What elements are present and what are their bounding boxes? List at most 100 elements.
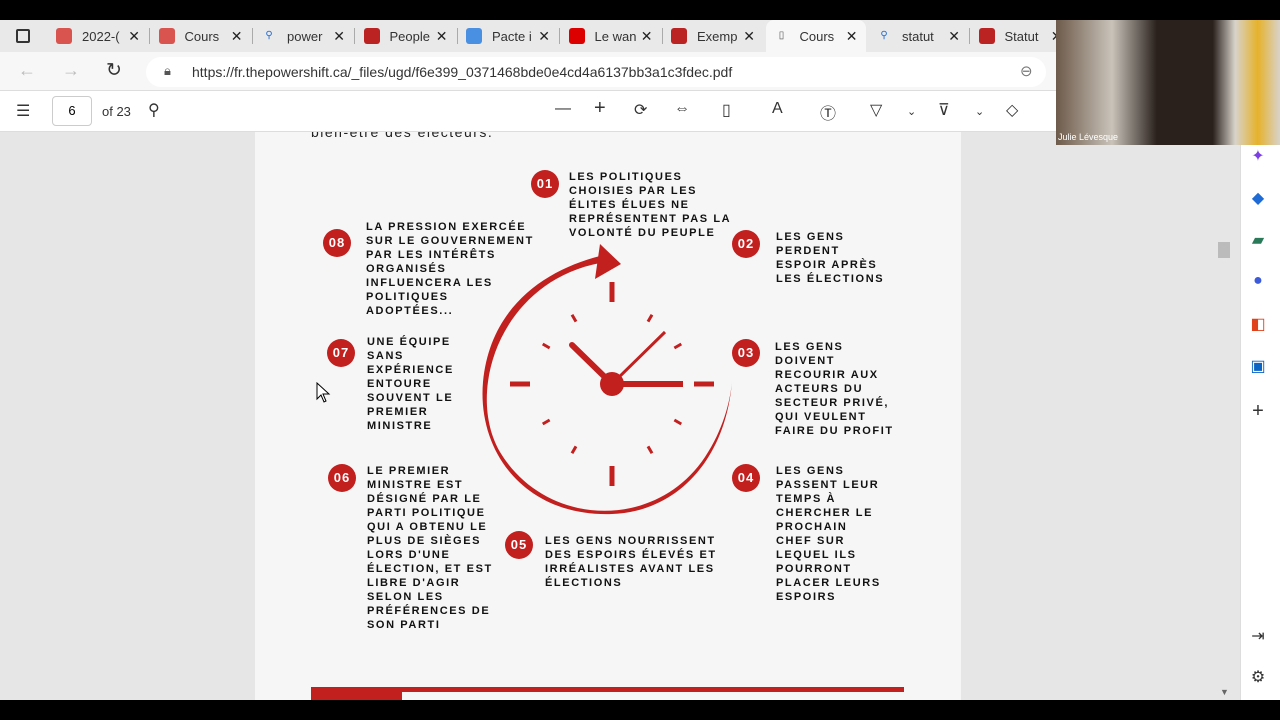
tab-actions-button[interactable] bbox=[4, 20, 44, 52]
item-text: LES GENS NOURRISSENT DES ESPOIRS ÉLEVÉS … bbox=[545, 535, 717, 589]
highlight-button[interactable]: ⊽ bbox=[938, 100, 950, 120]
site-icon bbox=[671, 28, 687, 44]
close-tab-icon[interactable]: ✕ bbox=[436, 28, 448, 45]
tab[interactable]: Cours ✕ bbox=[151, 20, 251, 52]
tab-label: Statut bbox=[1004, 28, 1039, 44]
contents-icon[interactable]: ☰ bbox=[16, 101, 30, 121]
refresh-button[interactable]: ↻ bbox=[106, 59, 122, 82]
tab-label: Le wan bbox=[594, 28, 637, 44]
clock-tick bbox=[673, 342, 683, 350]
tab[interactable]: Exemp ✕ bbox=[663, 20, 763, 52]
pdf-icon bbox=[56, 28, 72, 44]
search-icon: ⚲ bbox=[880, 30, 888, 41]
tab-label: 2022-( bbox=[82, 28, 120, 44]
zoom-out-button[interactable]: — bbox=[555, 100, 571, 118]
office-icon[interactable]: ◧ bbox=[1249, 314, 1267, 334]
tab-label: Pacte i bbox=[492, 28, 532, 44]
pdf-page: bien-être des électeurs. 01 LES POLITIQUE… bbox=[255, 132, 961, 700]
item-text: UNE ÉQUIPE SANS EXPÉRIENCE ENTOURE SOUVE… bbox=[367, 336, 454, 432]
close-tab-icon[interactable]: ✕ bbox=[948, 28, 960, 45]
item-text: LES GENS PASSENT LEUR TEMPS À CHERCHER L… bbox=[776, 465, 881, 603]
tab[interactable]: Le wan ✕ bbox=[561, 20, 661, 52]
pdf-icon bbox=[158, 28, 175, 44]
close-tab-icon[interactable]: ✕ bbox=[846, 28, 858, 45]
item-number-badge: 04 bbox=[732, 464, 760, 492]
clock-arrow-head bbox=[595, 244, 621, 279]
clock-center bbox=[600, 372, 624, 396]
hide-sidebar-icon[interactable]: ⇥ bbox=[1249, 626, 1267, 646]
fit-width-button[interactable]: ⇔ bbox=[674, 100, 690, 118]
url-text: https://fr.thepowershift.ca/_files/ugd/f… bbox=[192, 64, 733, 80]
sidebar-settings-icon[interactable]: ⚙ bbox=[1249, 667, 1267, 687]
text-button[interactable]: Ⓣ bbox=[820, 100, 836, 124]
page-count: of 23 bbox=[102, 104, 131, 119]
tab[interactable]: ▯ Cours ✕ bbox=[765, 20, 866, 52]
clock-tick bbox=[570, 313, 578, 323]
pdf-viewport: bien-être des électeurs. 01 LES POLITIQUE… bbox=[0, 132, 1240, 700]
item-number-badge: 06 bbox=[328, 464, 356, 492]
tab-label: Exemp bbox=[697, 28, 738, 44]
cbc-icon bbox=[568, 28, 585, 44]
document-icon: ▯ bbox=[778, 30, 785, 41]
item-number-badge: 07 bbox=[327, 339, 355, 367]
close-tab-icon[interactable]: ✕ bbox=[333, 28, 345, 45]
tab-label: power bbox=[287, 28, 323, 44]
tools-icon[interactable]: ▰ bbox=[1249, 230, 1267, 250]
close-tab-icon[interactable]: ✕ bbox=[128, 28, 140, 45]
tab[interactable]: People ✕ bbox=[356, 20, 456, 52]
item-number-badge: 05 bbox=[505, 531, 533, 559]
item-number-badge: 02 bbox=[732, 230, 760, 258]
tab[interactable]: ⚲ statut ✕ bbox=[868, 20, 968, 52]
close-tab-icon[interactable]: ✕ bbox=[538, 28, 550, 45]
highlight-options-chevron-icon[interactable]: ⌄ bbox=[975, 105, 984, 118]
item-text: LES GENS DOIVENT RECOURIR AUX ACTEURS DU… bbox=[775, 341, 894, 437]
zoom-in-button[interactable]: + bbox=[594, 97, 606, 120]
item-number-badge: 03 bbox=[732, 339, 760, 367]
close-tab-icon[interactable]: ✕ bbox=[231, 28, 243, 45]
close-tab-icon[interactable]: ✕ bbox=[743, 28, 755, 45]
shopping-icon[interactable]: ◆ bbox=[1249, 188, 1267, 208]
scrollbar-thumb[interactable] bbox=[1218, 242, 1230, 258]
item-text: LA PRESSION EXERCÉE SUR LE GOUVERNEMENT … bbox=[366, 221, 534, 317]
clock-tick bbox=[570, 445, 578, 455]
clock-tick bbox=[646, 445, 654, 455]
games-icon[interactable]: ● bbox=[1249, 272, 1267, 290]
draw-button[interactable]: ▽ bbox=[870, 100, 882, 120]
lock-icon: 🔒︎ bbox=[164, 63, 171, 78]
mouse-cursor-icon bbox=[316, 382, 331, 403]
tab[interactable]: 2022-( ✕ bbox=[48, 20, 148, 52]
tab-actions-icon bbox=[16, 29, 30, 43]
clock-tick bbox=[541, 418, 551, 426]
item-text: LES POLITIQUES CHOISIES PAR LES ÉLITES É… bbox=[569, 171, 732, 239]
item-text: LE PREMIER MINISTRE EST DÉSIGNÉ PAR LE P… bbox=[367, 465, 493, 631]
draw-options-chevron-icon[interactable]: ⌄ bbox=[907, 105, 916, 118]
tab-label: People bbox=[389, 28, 430, 44]
back-button[interactable]: ← bbox=[18, 60, 36, 81]
tab[interactable]: ⚲ power ✕ bbox=[253, 20, 353, 52]
rotate-button[interactable]: ⟳ bbox=[634, 100, 647, 120]
clock-tick bbox=[673, 418, 683, 426]
add-sidebar-app-icon[interactable]: + bbox=[1249, 400, 1267, 423]
clock-tick bbox=[646, 313, 654, 323]
item-number-badge: 01 bbox=[531, 170, 559, 198]
tab-label: statut bbox=[902, 28, 934, 44]
outlook-icon[interactable]: ▣ bbox=[1249, 356, 1267, 376]
url-field[interactable]: 🔒︎ https://fr.thepowershift.ca/_files/ug… bbox=[146, 57, 1046, 87]
item-text: LES GENS PERDENT ESPOIR APRÈS LES ÉLECTI… bbox=[776, 231, 885, 285]
eraser-button[interactable]: ◇ bbox=[1006, 100, 1018, 120]
tab[interactable]: Pacte i ✕ bbox=[458, 20, 558, 52]
copilot-icon[interactable]: ✦ bbox=[1249, 146, 1267, 166]
search-icon[interactable]: ⚲ bbox=[148, 100, 160, 120]
webcam-overlay: Julie Lévesque bbox=[1056, 20, 1280, 145]
scroll-down-arrow[interactable]: ▼ bbox=[1220, 687, 1229, 697]
tab-label: Cours bbox=[799, 28, 835, 44]
item-number-badge: 08 bbox=[323, 229, 351, 257]
forward-button[interactable]: → bbox=[62, 60, 80, 81]
clock-tick bbox=[541, 342, 551, 350]
zoom-out-icon[interactable]: ⊖ bbox=[1020, 62, 1033, 80]
read-aloud-button[interactable]: A bbox=[772, 100, 783, 118]
page-number-input[interactable]: 6 bbox=[52, 96, 92, 126]
section-header-block bbox=[311, 687, 402, 700]
page-view-button[interactable]: ▯ bbox=[722, 100, 731, 120]
close-tab-icon[interactable]: ✕ bbox=[641, 28, 653, 45]
